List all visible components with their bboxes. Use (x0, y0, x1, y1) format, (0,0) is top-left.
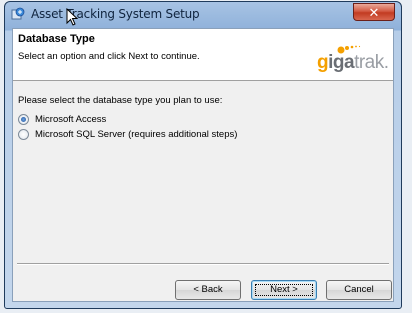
option-label[interactable]: Microsoft Access (35, 114, 106, 125)
option-label[interactable]: Microsoft SQL Server (requires additiona… (35, 129, 237, 140)
logo-part-trak: trak. (354, 52, 389, 73)
footer-divider (17, 263, 389, 265)
setup-window: Asset Tracking System Setup ✕ Database T… (4, 1, 402, 309)
wizard-panel: Database Type Select an option and click… (12, 28, 394, 302)
close-button[interactable]: ✕ (353, 3, 395, 21)
next-button[interactable]: Next > (251, 280, 317, 300)
page-title: Database Type (18, 33, 95, 45)
close-icon: ✕ (368, 6, 380, 21)
title-bar[interactable]: Asset Tracking System Setup ✕ (5, 2, 401, 26)
logo-wordmark: gigatrak. (317, 52, 389, 74)
logo-part-g: g (317, 52, 329, 73)
gigatrak-logo: gigatrak. (317, 43, 389, 73)
window-title: Asset Tracking System Setup (31, 7, 200, 21)
next-button-label: Next > (270, 284, 298, 295)
selection-prompt: Please select the database type you plan… (18, 95, 223, 106)
option-microsoft-sql-server[interactable]: Microsoft SQL Server (requires additiona… (18, 127, 237, 141)
wizard-header: Database Type Select an option and click… (13, 29, 393, 81)
setup-app-icon (11, 7, 25, 20)
logo-part-iga: iga (328, 52, 355, 73)
radio-button[interactable] (18, 128, 29, 140)
mouse-cursor-icon (66, 8, 79, 26)
back-button[interactable]: < Back (175, 280, 241, 300)
cancel-button[interactable]: Cancel (326, 280, 392, 300)
page-subtitle: Select an option and click Next to conti… (18, 51, 200, 62)
radio-button-selected[interactable] (18, 113, 29, 125)
back-button-label: < Back (193, 284, 223, 295)
option-microsoft-access[interactable]: Microsoft Access (18, 112, 106, 126)
cancel-button-label: Cancel (344, 284, 374, 295)
